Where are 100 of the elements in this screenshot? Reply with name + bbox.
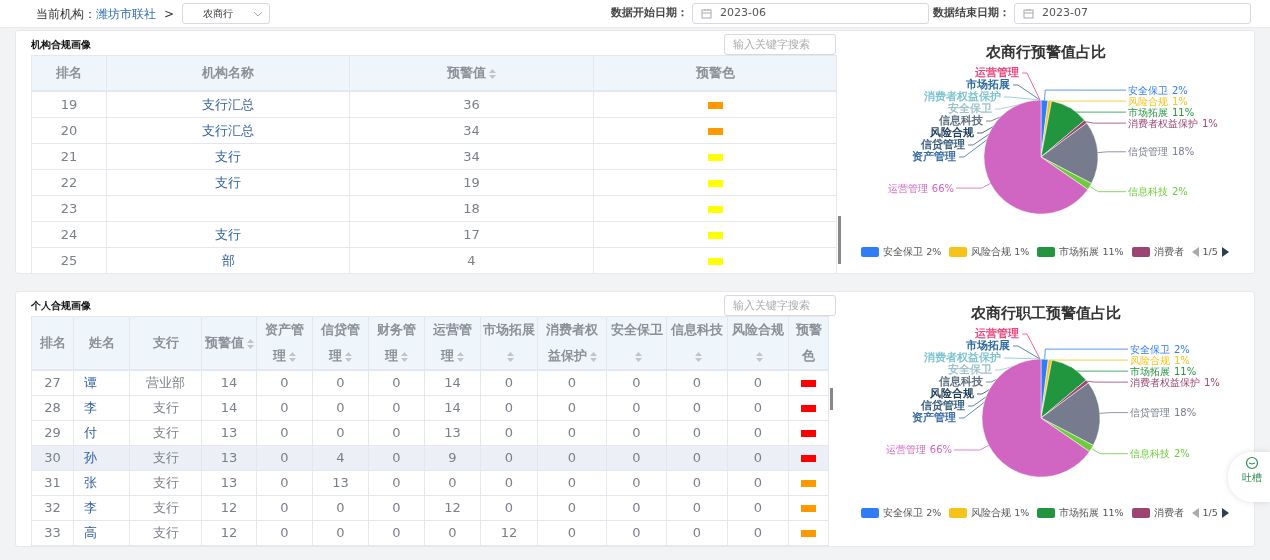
table-row[interactable]: 32 李 支行 12 0 0 0 12 0 0 0 0 0	[31, 495, 829, 521]
table-cell: 付	[73, 420, 130, 446]
sort-icon	[345, 351, 352, 362]
table-cell: 0	[368, 470, 425, 496]
calendar-icon	[1023, 8, 1034, 19]
bank-select[interactable]: 农商行	[182, 3, 271, 24]
table-cell: 支行	[106, 221, 350, 248]
table-cell: 0	[727, 395, 789, 421]
scrollbar[interactable]	[838, 216, 841, 264]
table-cell: 0	[256, 495, 313, 521]
legend-page: 1/5	[1202, 505, 1218, 520]
table-cell: 0	[606, 520, 667, 546]
table-cell: 支行	[106, 143, 350, 170]
table-cell: 0	[256, 395, 313, 421]
column-header: 支行	[129, 316, 202, 370]
leader-line	[1069, 107, 1127, 113]
table-row[interactable]: 33 高 支行 12 0 0 0 0 12 0 0 0 0	[31, 520, 829, 546]
table-row[interactable]: 30 孙 支行 13 0 4 0 9 0 0 0 0 0	[31, 445, 829, 471]
pie-label: 资产管理	[912, 150, 956, 162]
table-row[interactable]: 27 谭 营业部 14 0 0 0 14 0 0 0 0 0	[31, 370, 829, 396]
pie-label: 风险合规 1%	[1128, 95, 1188, 107]
table-cell: 27	[31, 370, 74, 396]
chart-title: 农商行职工预警值占比	[971, 304, 1121, 322]
column-header: 预警色	[788, 316, 829, 370]
table-cell: 19	[31, 91, 107, 118]
pie-label: 资产管理	[912, 411, 956, 423]
table-cell: 支行	[106, 169, 350, 196]
table-cell: 13	[312, 470, 369, 496]
table-cell: 34	[349, 117, 594, 144]
date-field[interactable]: 2023-06	[692, 3, 929, 24]
prev-page-icon	[1191, 508, 1199, 518]
table-cell: 0	[424, 470, 481, 496]
legend-label[interactable]: 市场拓展 11%	[1059, 505, 1124, 521]
table-cell: 17	[349, 221, 594, 248]
next-page-icon	[1221, 247, 1229, 257]
table-cell: 28	[31, 395, 74, 421]
table-cell: 支行汇总	[106, 91, 350, 118]
pie-label: 运营管理	[975, 327, 1019, 339]
table-cell: 24	[31, 221, 107, 248]
scrollbar[interactable]	[830, 388, 833, 410]
legend-page: 1/5	[1202, 244, 1218, 259]
table-cell: 支行	[129, 520, 202, 546]
legend-label[interactable]: 消费者	[1153, 505, 1184, 521]
table-cell: 高	[73, 520, 130, 546]
table-cell: 0	[727, 470, 789, 496]
table-cell: 张	[73, 470, 130, 496]
legend-label[interactable]: 风险合规 1%	[971, 505, 1030, 521]
table-cell: 30	[31, 445, 74, 471]
table-cell: 0	[606, 370, 667, 396]
pie-label: 安全保卫	[948, 102, 992, 114]
legend-label[interactable]: 风险合规 1%	[971, 244, 1030, 260]
leader-line	[1099, 412, 1129, 414]
chat-icon	[1245, 456, 1259, 470]
table-cell: 25	[31, 247, 107, 273]
table-cell: 33	[31, 520, 74, 546]
leader-line	[1070, 366, 1129, 372]
org-label: 当前机构：	[36, 5, 96, 23]
table-cell: 19	[349, 169, 594, 196]
table-cell: 0	[312, 395, 369, 421]
table-row[interactable]: 28 李 支行 14 0 0 0 14 0 0 0 0 0	[31, 395, 829, 421]
table-cell: 0	[256, 520, 313, 546]
breadcrumb-separator: >	[164, 5, 175, 23]
legend-label[interactable]: 市场拓展 11%	[1059, 244, 1124, 260]
table-cell: 0	[312, 420, 369, 446]
pie-label: 安全保卫 2%	[1130, 343, 1190, 355]
panel-title: 个人合规画像	[31, 298, 91, 313]
search-field[interactable]: 输入关键字搜索	[724, 294, 836, 316]
pie-label: 信贷管理	[921, 138, 965, 150]
table-cell: 0	[666, 370, 728, 396]
org-link[interactable]: 潍坊市联社	[96, 4, 156, 23]
search-field[interactable]: 输入关键字搜索	[724, 33, 836, 55]
table-cell: 0	[537, 370, 607, 396]
pie-label: 运营管理 66%	[887, 182, 954, 194]
calendar-icon	[701, 8, 712, 19]
legend-label[interactable]: 消费者	[1153, 244, 1184, 260]
table-cell: 0	[727, 420, 789, 446]
next-page-icon	[1221, 508, 1229, 518]
table-cell: 0	[537, 470, 607, 496]
table-cell: 0	[666, 495, 728, 521]
column-header: 预警色	[593, 55, 837, 91]
legend-label[interactable]: 安全保卫 2%	[883, 244, 942, 260]
caret-icon	[253, 10, 264, 17]
table-cell: 13	[201, 470, 257, 496]
table-cell: 0	[537, 520, 607, 546]
table-cell: 0	[312, 370, 369, 396]
table-row[interactable]: 29 付 支行 13 0 0 0 13 0 0 0 0 0	[31, 420, 829, 446]
table-cell: 0	[727, 370, 789, 396]
table-cell: 0	[368, 495, 425, 521]
table-row[interactable]: 31 张 支行 13 0 13 0 0 0 0 0 0 0	[31, 470, 829, 496]
pie-label: 市场拓展	[966, 339, 1010, 351]
legend-label[interactable]: 安全保卫 2%	[883, 505, 942, 521]
table-cell: 支行	[129, 395, 202, 421]
pie-label: 信息科技 2%	[1130, 448, 1190, 460]
table-cell: 14	[424, 395, 481, 421]
table-cell: 0	[480, 470, 538, 496]
table-cell: 14	[424, 370, 481, 396]
table-cell: 支行	[129, 495, 202, 521]
table-cell: 21	[31, 143, 107, 170]
table-cell: 支行	[129, 470, 202, 496]
date-field[interactable]: 2023-07	[1014, 3, 1251, 24]
